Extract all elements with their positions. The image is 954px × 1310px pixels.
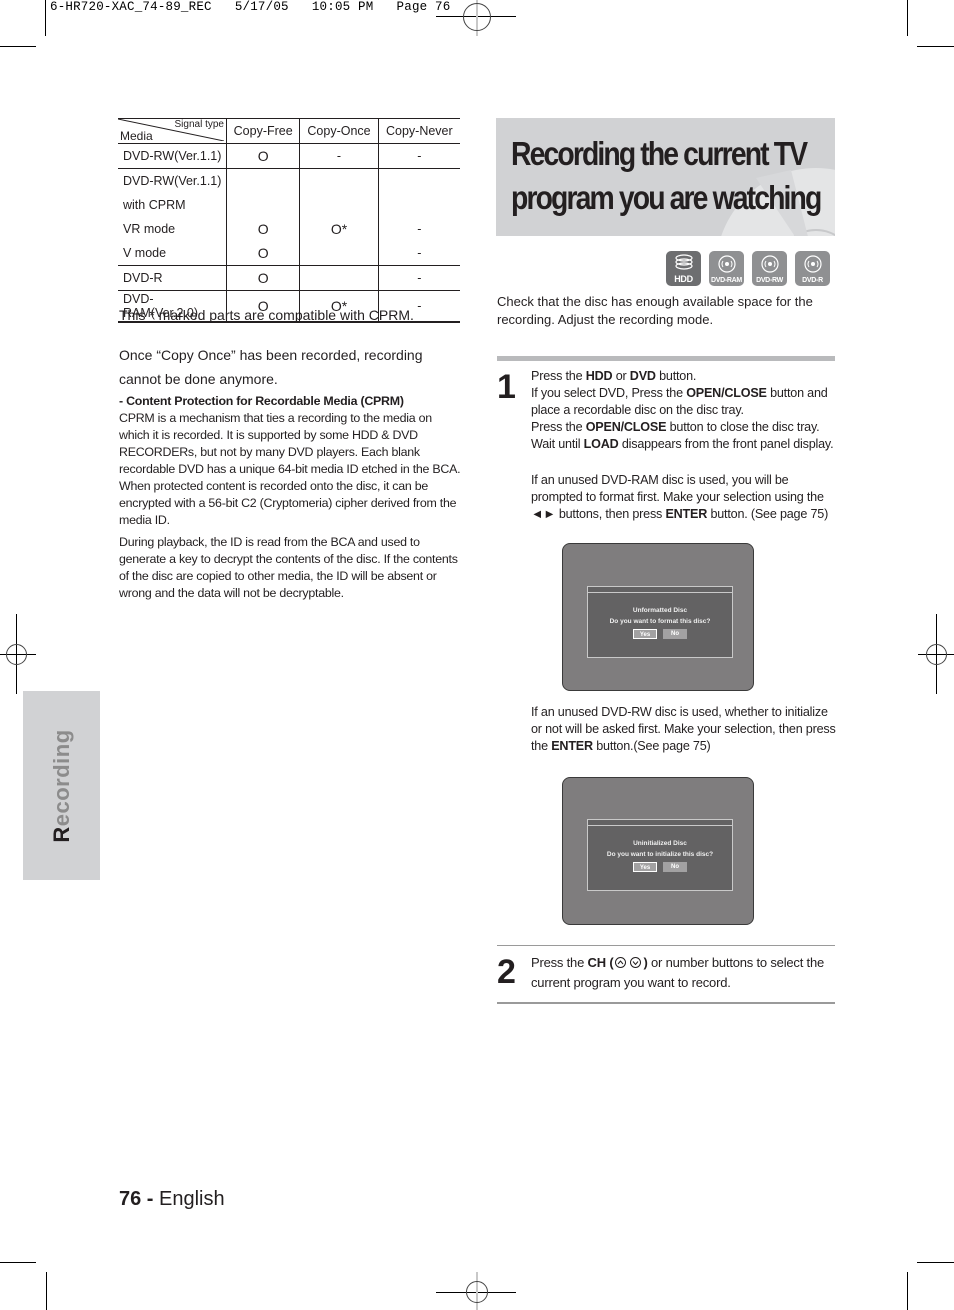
table-row: DVD-RW(Ver.1.1) O - - xyxy=(118,143,460,169)
step1-instructions: Press the HDD or DVD button. If you sele… xyxy=(531,369,834,451)
dvd-ram-note: If an unused DVD-RAM disc is used, you w… xyxy=(531,473,829,521)
no-button[interactable]: No xyxy=(663,629,687,639)
column-header: Copy-Once xyxy=(299,118,379,144)
dialog-title: Uninitialized Disc xyxy=(633,840,687,847)
hdd-icon: HDD xyxy=(666,251,701,286)
registration-mark xyxy=(463,3,491,31)
channel-down-icon xyxy=(630,957,642,968)
yes-button[interactable]: Yes xyxy=(633,862,657,872)
title-banner: Recording the current TV program you are… xyxy=(496,118,835,236)
cprm-section: - Content Protection for Recordable Medi… xyxy=(119,393,461,607)
dvd-rw-note: If an unused DVD-RW disc is used, whethe… xyxy=(531,705,836,753)
column-header: Copy-Never xyxy=(377,118,460,144)
section-divider xyxy=(497,356,835,361)
crop-mark xyxy=(907,1272,908,1310)
table-row: V mode O - xyxy=(118,241,460,266)
dialog-question: Do you want to initialize this disc? xyxy=(606,851,714,858)
page-title: Recording the current TV program you are… xyxy=(511,135,822,216)
table-row: DVD-R O - xyxy=(118,265,460,291)
section-side-tab: Recording xyxy=(23,691,100,880)
yes-button[interactable]: Yes xyxy=(633,629,657,639)
crop-mark xyxy=(45,0,46,36)
dvd-ram-icon: DVD-RAM xyxy=(709,251,744,286)
step-number: 2 xyxy=(497,953,516,991)
page-number: 76 - English xyxy=(119,1188,225,1210)
tv-screen-uninitialized: Uninitialized Disc Do you want to initia… xyxy=(562,777,754,925)
section-label: Recording xyxy=(48,728,74,843)
table-row: VR mode O O* - xyxy=(118,217,460,241)
crop-mark xyxy=(907,0,908,36)
table-corner-header: Signal type Media xyxy=(118,118,227,144)
column-header: Copy-Free xyxy=(225,118,300,144)
cprm-paragraph: CPRM is a mechanism that ties a recordin… xyxy=(119,411,461,527)
crop-mark xyxy=(46,1272,47,1310)
registration-mark xyxy=(926,644,947,665)
crop-mark xyxy=(0,46,36,47)
cprm-compat-note: This * marked parts are compatible with … xyxy=(119,307,414,323)
crop-mark xyxy=(917,46,954,47)
dialog-title: Unformatted Disc xyxy=(632,607,688,614)
table-row: DVD-RW(Ver.1.1) xyxy=(118,168,460,193)
cprm-heading: - Content Protection for Recordable Medi… xyxy=(119,394,404,408)
no-button[interactable]: No xyxy=(663,862,687,872)
divider xyxy=(497,1002,835,1004)
cprm-paragraph: During playback, the ID is read from the… xyxy=(119,535,458,600)
print-slug: 6-HR720-XAC_74-89_REC 5/17/05 10:05 PM P… xyxy=(50,0,451,14)
registration-mark xyxy=(6,644,27,665)
table-row: with CPRM xyxy=(118,193,460,217)
copy-signal-table: Signal type Media Copy-Free Copy-Once Co… xyxy=(118,118,460,323)
crop-mark xyxy=(917,1262,954,1263)
dialog-question: Do you want to format this disc? xyxy=(609,618,711,625)
intro-text: Check that the disc has enough available… xyxy=(497,294,813,327)
step-number: 1 xyxy=(497,368,516,406)
dvd-r-icon: DVD-R xyxy=(795,251,830,286)
format-dialog: Unformatted Disc Do you want to format t… xyxy=(587,586,733,658)
step2-instructions: Press the CH () or number buttons to sel… xyxy=(531,955,825,990)
divider xyxy=(497,945,835,946)
media-icons: HDD DVD-RAM DVD-RW DVD-R xyxy=(666,251,830,286)
channel-up-icon xyxy=(615,957,627,968)
copy-once-note: Once “Copy Once” has been recorded, reco… xyxy=(119,347,423,387)
registration-mark xyxy=(466,1281,488,1303)
initialize-dialog: Uninitialized Disc Do you want to initia… xyxy=(587,819,733,891)
dvd-rw-icon: DVD-RW xyxy=(752,251,787,286)
crop-mark xyxy=(0,1262,36,1263)
tv-screen-unformatted: Unformatted Disc Do you want to format t… xyxy=(562,543,754,691)
